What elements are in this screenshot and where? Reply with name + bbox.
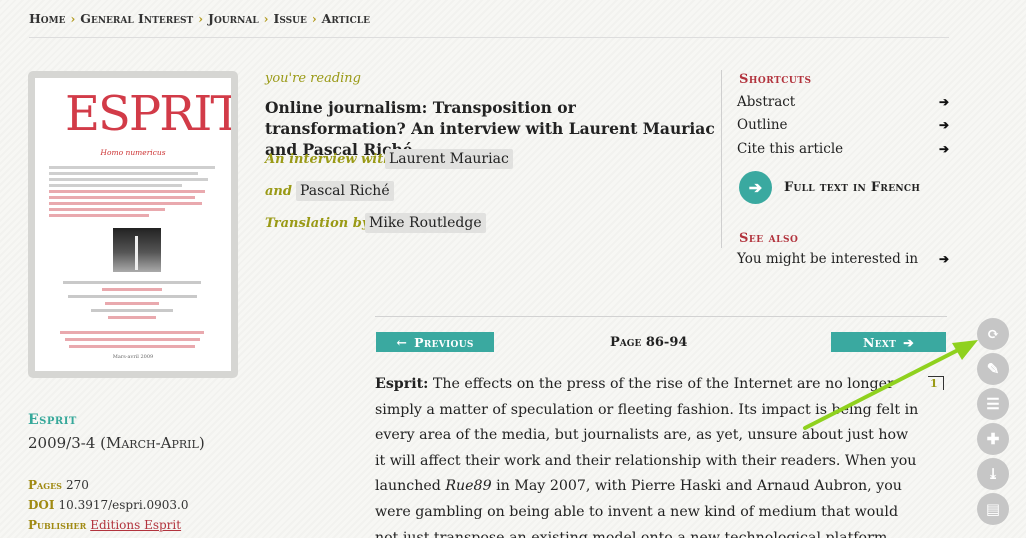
translate-icon[interactable]: ⟳ [977, 318, 1009, 350]
reading-label: you're reading [265, 71, 361, 86]
cover-photo [113, 228, 161, 272]
full-text-french-link[interactable]: ➔ Full text in French [739, 171, 920, 204]
arrow-left-icon: ← [396, 334, 408, 350]
shortcut-outline[interactable]: Outline ➔ [737, 117, 949, 133]
next-label: Next [863, 334, 897, 350]
sidebar-divider [721, 70, 722, 248]
breadcrumb-general-interest[interactable]: General Interest [80, 11, 193, 26]
full-text-label: Full text in French [784, 180, 921, 195]
arrow-right-icon: ➔ [938, 118, 949, 132]
pages-row: Pages 270 [28, 478, 89, 492]
see-also-item[interactable]: You might be interested in ➔ [737, 251, 949, 267]
see-also-label: You might be interested in [737, 251, 919, 267]
arrow-right-icon: ➔ [938, 95, 949, 109]
cover-logo: ESPRIT [65, 86, 231, 142]
shortcut-cite[interactable]: Cite this article ➔ [737, 141, 949, 157]
shortcut-label: Abstract [737, 94, 796, 110]
author-laurent-mauriac[interactable]: Laurent Mauriac [385, 149, 513, 169]
publisher-row: Publisher Editions Esprit [28, 518, 181, 532]
shortcut-label: Cite this article [737, 141, 844, 157]
pages-value: 270 [65, 478, 89, 492]
breadcrumb-home[interactable]: Home [29, 11, 65, 26]
journal-name[interactable]: Esprit [28, 412, 77, 428]
doi-row: DOI 10.3917/espri.0903.0 [28, 498, 188, 512]
breadcrumb-article[interactable]: Article [322, 11, 370, 26]
breadcrumb-journal[interactable]: Journal [208, 11, 259, 26]
bookmark-add-icon[interactable]: ✚ [977, 423, 1009, 455]
shortcut-label: Outline [737, 117, 788, 133]
speaker-label: Esprit: [375, 376, 429, 392]
breadcrumb-separator: › [70, 11, 76, 26]
print-icon[interactable]: ▤ [977, 493, 1009, 525]
pdf-icon[interactable]: ⤓ [977, 458, 1009, 490]
publication-name: Rue89 [445, 478, 492, 495]
previous-button[interactable]: ← Previous [376, 332, 494, 352]
cover-text-lines [57, 281, 207, 352]
arrow-right-icon: ➔ [938, 142, 949, 156]
role-label: and [265, 184, 292, 199]
role-label: An interview with [265, 152, 393, 167]
see-also-heading: See also [739, 231, 799, 246]
doi-value: 10.3917/espri.0903.0 [58, 498, 189, 512]
translator-mike-routledge[interactable]: Mike Routledge [365, 213, 486, 233]
breadcrumb-separator: › [263, 11, 269, 26]
breadcrumb-issue[interactable]: Issue [273, 11, 306, 26]
cover-subtitle: Homo numericus [100, 148, 166, 157]
cover-image: ESPRIT Homo numericus Mars-avril 2009 [35, 78, 231, 371]
paragraph-number[interactable]: 1 [928, 376, 944, 390]
paragraph-text: The effects on the press of the rise of … [375, 376, 919, 495]
publisher-link[interactable]: Editions Esprit [90, 518, 181, 532]
arrow-right-icon: ➔ [938, 252, 949, 266]
breadcrumb-separator: › [311, 11, 317, 26]
annotate-icon[interactable]: ✎ [977, 353, 1009, 385]
previous-label: Previous [414, 334, 474, 350]
shortcuts-heading: Shortcuts [739, 72, 812, 87]
article-paragraph: Esprit: The effects on the press of the … [375, 372, 920, 538]
cover-text-lines [49, 166, 215, 220]
arrow-right-icon: ➔ [903, 334, 914, 350]
doi-label: DOI [28, 498, 55, 512]
journal-cover[interactable]: ESPRIT Homo numericus Mars-avril 2009 [28, 71, 238, 378]
outline-icon[interactable]: ☰ [977, 388, 1009, 420]
arrow-right-circle-icon: ➔ [739, 171, 772, 204]
nav-divider [375, 316, 947, 317]
publisher-label: Publisher [28, 518, 87, 532]
role-label: Translation by [265, 216, 370, 231]
cover-date: Mars-avril 2009 [112, 354, 154, 360]
next-button[interactable]: Next ➔ [831, 332, 946, 352]
issue-label: 2009/3-4 (March-April) [28, 434, 205, 452]
author-pascal-riche[interactable]: Pascal Riché [296, 181, 394, 201]
shortcut-abstract[interactable]: Abstract ➔ [737, 94, 949, 110]
breadcrumb-separator: › [198, 11, 204, 26]
page-range: Page 86-94 [610, 335, 688, 350]
pages-label: Pages [28, 478, 62, 492]
breadcrumb: Home › General Interest › Journal › Issu… [29, 8, 949, 38]
